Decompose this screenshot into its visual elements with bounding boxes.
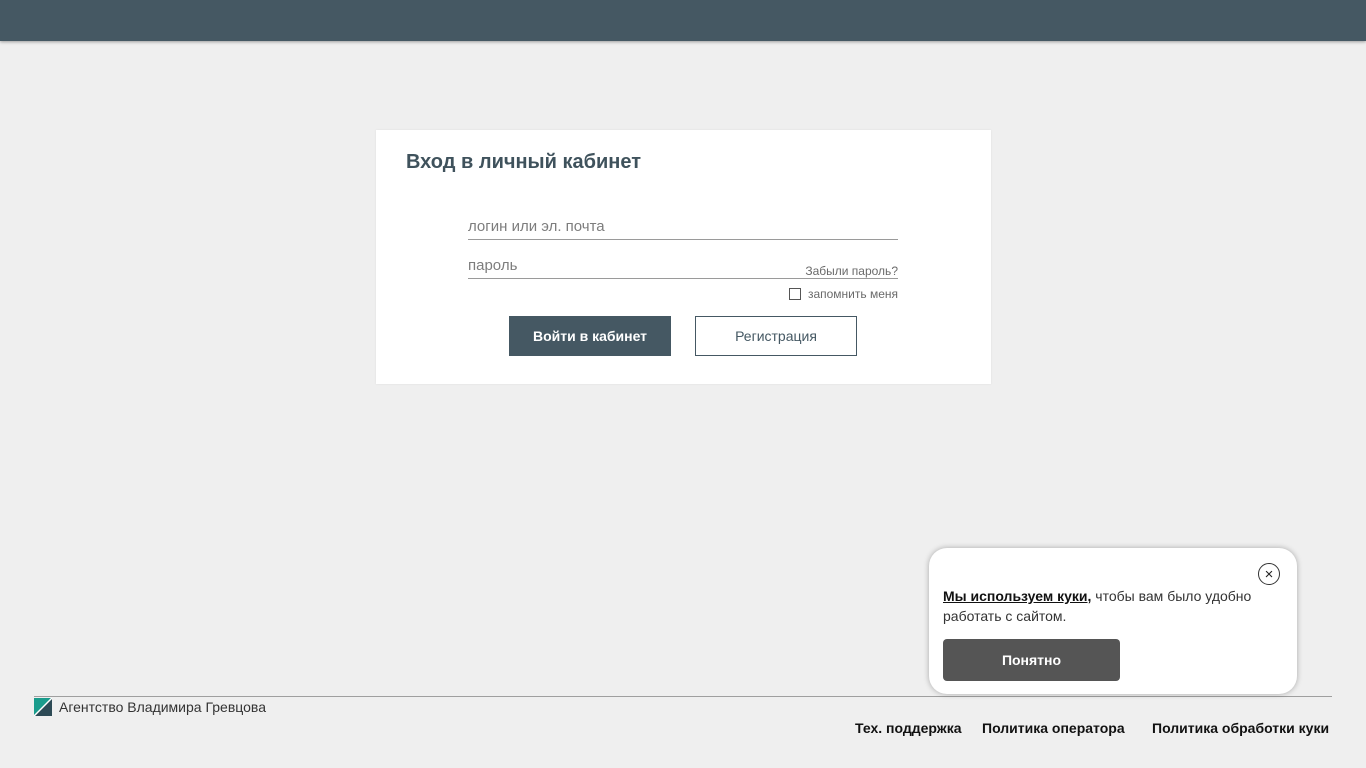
cookie-message: Мы используем куки, чтобы вам было удобн… (943, 586, 1273, 626)
close-icon[interactable]: × (1258, 563, 1280, 585)
remember-me-checkbox[interactable] (788, 288, 801, 300)
brand-name: Агентство Владимира Гревцова (59, 699, 266, 715)
cookie-popup: × Мы используем куки, чтобы вам было удо… (929, 548, 1297, 694)
footer-link-operator-policy[interactable]: Политика оператора (982, 720, 1125, 736)
forgot-password-link[interactable]: Забыли пароль? (805, 264, 898, 278)
footer-link-cookie-policy[interactable]: Политика обработки куки (1152, 720, 1329, 736)
footer-link-support[interactable]: Тех. поддержка (855, 720, 962, 736)
agency-logo-icon (34, 698, 52, 716)
cookie-policy-link[interactable]: Мы используем куки, (943, 588, 1091, 604)
register-button[interactable]: Регистрация (695, 316, 857, 356)
login-field (468, 215, 898, 240)
remember-me-label: запомнить меня (807, 287, 898, 301)
login-title: Вход в личный кабинет (406, 151, 641, 173)
top-header-bar (0, 0, 1366, 41)
remember-me[interactable]: запомнить меня (788, 287, 898, 301)
cookie-accept-button[interactable]: Понятно (943, 639, 1120, 681)
login-input[interactable] (468, 215, 898, 237)
footer-brand: Агентство Владимира Гревцова (34, 697, 266, 717)
login-card: Вход в личный кабинет Забыли пароль? зап… (376, 130, 991, 384)
login-button[interactable]: Войти в кабинет (509, 316, 671, 356)
